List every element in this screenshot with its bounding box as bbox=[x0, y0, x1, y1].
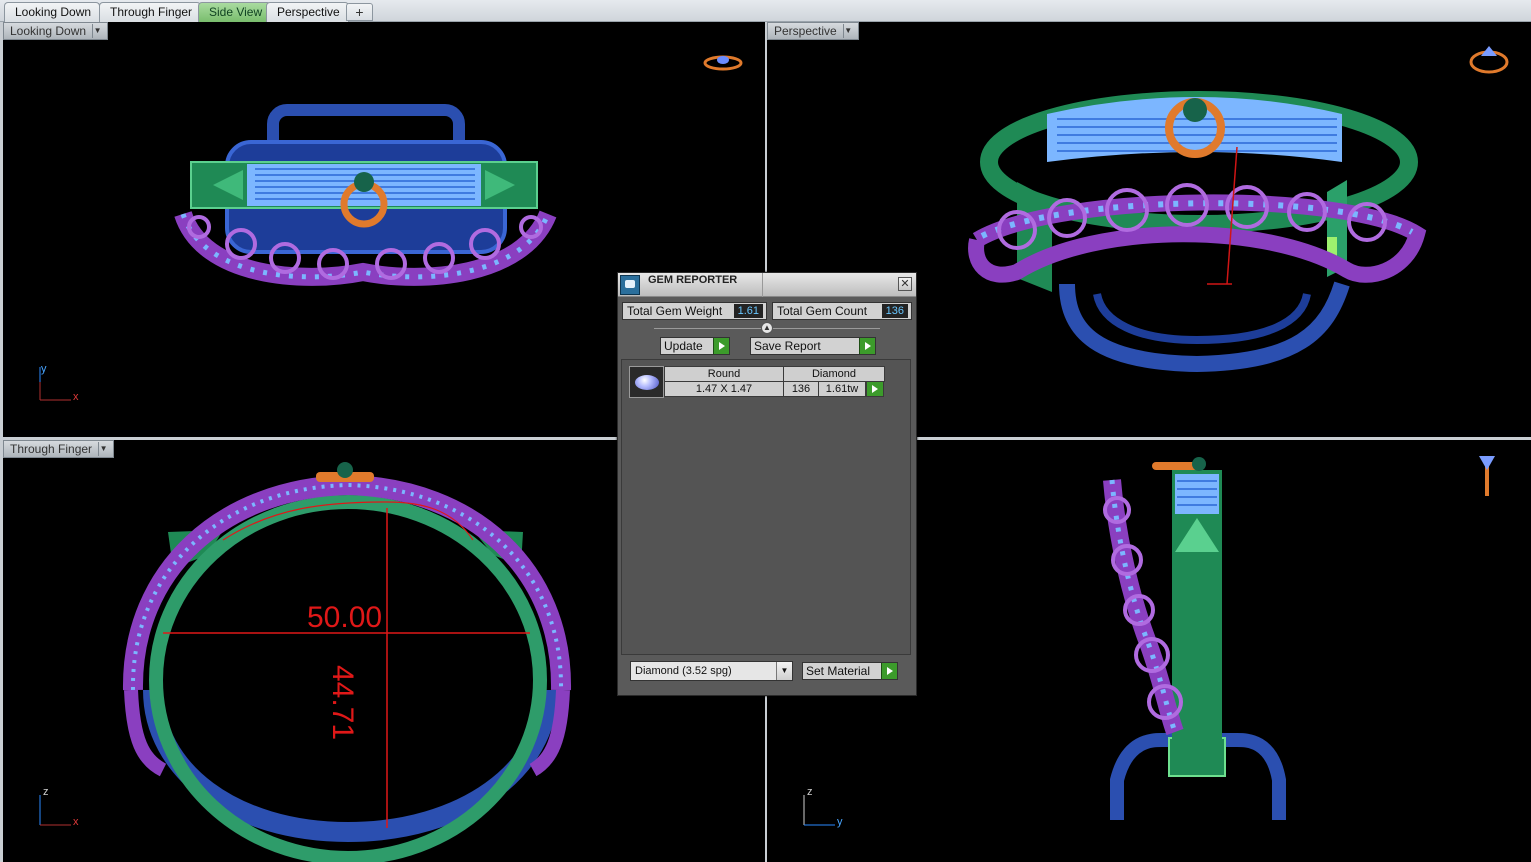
total-gem-weight-label: Total Gem Weight bbox=[627, 304, 723, 318]
set-material-button[interactable]: Set Material bbox=[802, 662, 898, 680]
update-button[interactable]: Update bbox=[660, 337, 730, 355]
update-button-label: Update bbox=[664, 339, 703, 353]
set-material-button-label: Set Material bbox=[806, 664, 871, 678]
dimension-width-label: 50.00 bbox=[307, 601, 383, 634]
titlebar-divider bbox=[762, 273, 763, 297]
gem-reporter-titlebar[interactable]: GEM REPORTER ✕ bbox=[618, 273, 916, 297]
play-arrow-icon bbox=[713, 338, 729, 354]
total-gem-weight-field: Total Gem Weight 1.61 bbox=[622, 302, 767, 320]
chevron-down-icon[interactable]: ▼ bbox=[92, 24, 102, 38]
axis-y-label: y bbox=[837, 816, 843, 828]
gem-weight-cell: 1.61tw bbox=[818, 381, 866, 397]
play-arrow-icon bbox=[859, 338, 875, 354]
total-gem-count-value: 136 bbox=[881, 304, 908, 318]
axis-z-label: z bbox=[807, 786, 813, 798]
total-gem-weight-value: 1.61 bbox=[733, 304, 763, 318]
tab-side-view[interactable]: Side View bbox=[198, 2, 272, 22]
gem-list: Round Diamond 1.47 X 1.47 136 1.61tw bbox=[621, 359, 911, 655]
viewport-label-looking-down[interactable]: Looking Down ▼ bbox=[3, 22, 109, 40]
save-report-button-label: Save Report bbox=[754, 339, 821, 353]
total-gem-count-field: Total Gem Count 136 bbox=[772, 302, 912, 320]
panel-splitter-handle[interactable]: ▲ bbox=[761, 322, 773, 334]
gem-shape-header: Round bbox=[664, 366, 784, 382]
dimension-height-label: 44.71 bbox=[326, 665, 359, 741]
viewport-label-text: Through Finger bbox=[10, 442, 93, 456]
save-report-button[interactable]: Save Report bbox=[750, 337, 876, 355]
material-select[interactable]: Diamond (3.52 spg) ▼ bbox=[630, 661, 793, 681]
viewport-label-through-finger[interactable]: Through Finger ▼ bbox=[3, 440, 115, 458]
axis-y-label: y bbox=[41, 363, 47, 375]
axis-z-label: z bbox=[43, 786, 49, 798]
tab-through-finger[interactable]: Through Finger bbox=[99, 2, 202, 22]
tab-perspective[interactable]: Perspective bbox=[266, 2, 349, 22]
play-arrow-icon bbox=[881, 663, 897, 679]
gem-size-cell: 1.47 X 1.47 bbox=[664, 381, 784, 397]
gem-material-header: Diamond bbox=[783, 366, 885, 382]
gem-row-select-button[interactable] bbox=[866, 381, 884, 397]
viewport-label-text: Perspective bbox=[774, 24, 837, 38]
gem-reporter-panel[interactable]: GEM REPORTER ✕ Total Gem Weight 1.61 Tot… bbox=[617, 272, 917, 696]
chevron-down-icon[interactable]: ▼ bbox=[776, 662, 792, 680]
viewport-label-perspective[interactable]: Perspective ▼ bbox=[767, 22, 859, 40]
material-select-value: Diamond (3.52 spg) bbox=[635, 665, 732, 677]
gem-reporter-logo-icon bbox=[620, 275, 640, 295]
gem-count-cell: 136 bbox=[783, 381, 819, 397]
round-diamond-icon bbox=[629, 366, 664, 398]
view-tab-bar: Looking Down Through Finger Side View Pe… bbox=[0, 0, 1531, 22]
axis-x-label: x bbox=[73, 816, 79, 828]
close-button[interactable]: ✕ bbox=[898, 277, 912, 291]
chevron-down-icon[interactable]: ▼ bbox=[842, 24, 853, 38]
total-gem-count-label: Total Gem Count bbox=[777, 304, 868, 318]
add-tab-button[interactable]: + bbox=[346, 3, 373, 21]
chevron-down-icon[interactable]: ▼ bbox=[98, 442, 108, 456]
tab-looking-down[interactable]: Looking Down bbox=[4, 2, 101, 22]
viewport-label-text: Looking Down bbox=[10, 24, 87, 38]
gem-reporter-title: GEM REPORTER bbox=[648, 274, 738, 286]
axis-x-label: x bbox=[73, 391, 79, 403]
